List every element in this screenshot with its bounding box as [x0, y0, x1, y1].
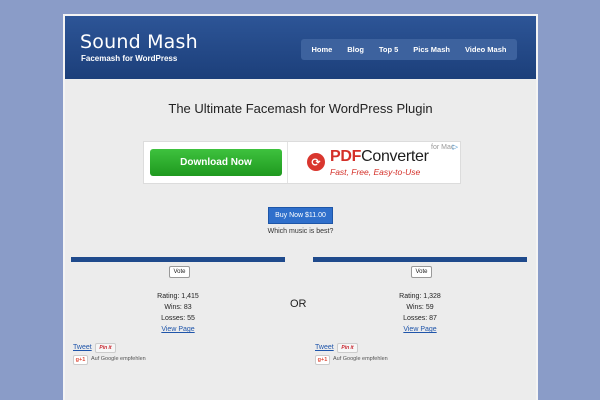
ad-divider	[287, 142, 288, 183]
right-vote-button[interactable]: Vote	[411, 266, 432, 278]
left-rating: Rating: 1,415	[157, 293, 199, 300]
right-google-plus-button[interactable]: g+1	[315, 355, 330, 365]
nav-item-home[interactable]: Home	[311, 45, 332, 54]
left-losses: Losses: 55	[161, 315, 195, 322]
right-rating: Rating: 1,328	[399, 293, 441, 300]
left-entry-bar	[71, 257, 285, 262]
right-view-page-link[interactable]: View Page	[403, 326, 436, 333]
right-entry-bar	[313, 257, 527, 262]
nav-item-video-mash[interactable]: Video Mash	[465, 45, 507, 54]
nav-item-pics-mash[interactable]: Pics Mash	[413, 45, 450, 54]
buy-now-button[interactable]: Buy Now $11.00	[268, 207, 333, 224]
right-google-recommend-text: Auf Google empfehlen	[333, 356, 388, 362]
ad-brand-converter: Converter	[361, 148, 429, 165]
right-losses: Losses: 87	[403, 315, 437, 322]
download-now-button[interactable]: Download Now	[150, 149, 282, 176]
nav-item-top-5[interactable]: Top 5	[379, 45, 398, 54]
main-nav: Home Blog Top 5 Pics Mash Video Mash	[301, 39, 517, 60]
left-google-recommend-text: Auf Google empfehlen	[91, 356, 146, 362]
or-separator: OR	[290, 298, 307, 310]
nav-item-blog[interactable]: Blog	[347, 45, 364, 54]
left-tweet-link[interactable]: Tweet	[73, 344, 92, 351]
mash-question: Which music is best?	[267, 228, 334, 235]
ad-brand-name: PDFConverter	[330, 148, 429, 166]
site-header: Sound Mash Facemash for WordPress Home B…	[65, 16, 536, 79]
site-title[interactable]: Sound Mash	[80, 31, 198, 53]
left-view-page-link[interactable]: View Page	[161, 326, 194, 333]
left-entry-stats: Rating: 1,415 Wins: 83 Losses: 55 View P…	[118, 291, 238, 335]
right-wins: Wins: 59	[406, 304, 434, 311]
right-entry-stats: Rating: 1,328 Wins: 59 Losses: 87 View P…	[360, 291, 480, 335]
left-google-plus-button[interactable]: g+1	[73, 355, 88, 365]
page-headline: The Ultimate Facemash for WordPress Plug…	[168, 101, 433, 116]
ad-for-mac: for Mac	[431, 144, 455, 151]
advertisement-banner[interactable]: Download Now ⟳ PDFConverter Fast, Free, …	[143, 141, 461, 184]
site-tagline: Facemash for WordPress	[81, 54, 178, 63]
page-container: Sound Mash Facemash for WordPress Home B…	[63, 14, 538, 400]
right-tweet-link[interactable]: Tweet	[315, 344, 334, 351]
ad-slogan: Fast, Free, Easy-to-Use	[330, 167, 421, 177]
ad-choices-icon[interactable]: ▷	[453, 143, 458, 151]
left-wins: Wins: 83	[164, 304, 192, 311]
right-pinit-button[interactable]: Pin it	[337, 343, 358, 353]
left-vote-button[interactable]: Vote	[169, 266, 190, 278]
refresh-arrows-icon: ⟳	[307, 153, 325, 171]
left-pinit-button[interactable]: Pin it	[95, 343, 116, 353]
ad-brand-pdf: PDF	[330, 148, 362, 165]
